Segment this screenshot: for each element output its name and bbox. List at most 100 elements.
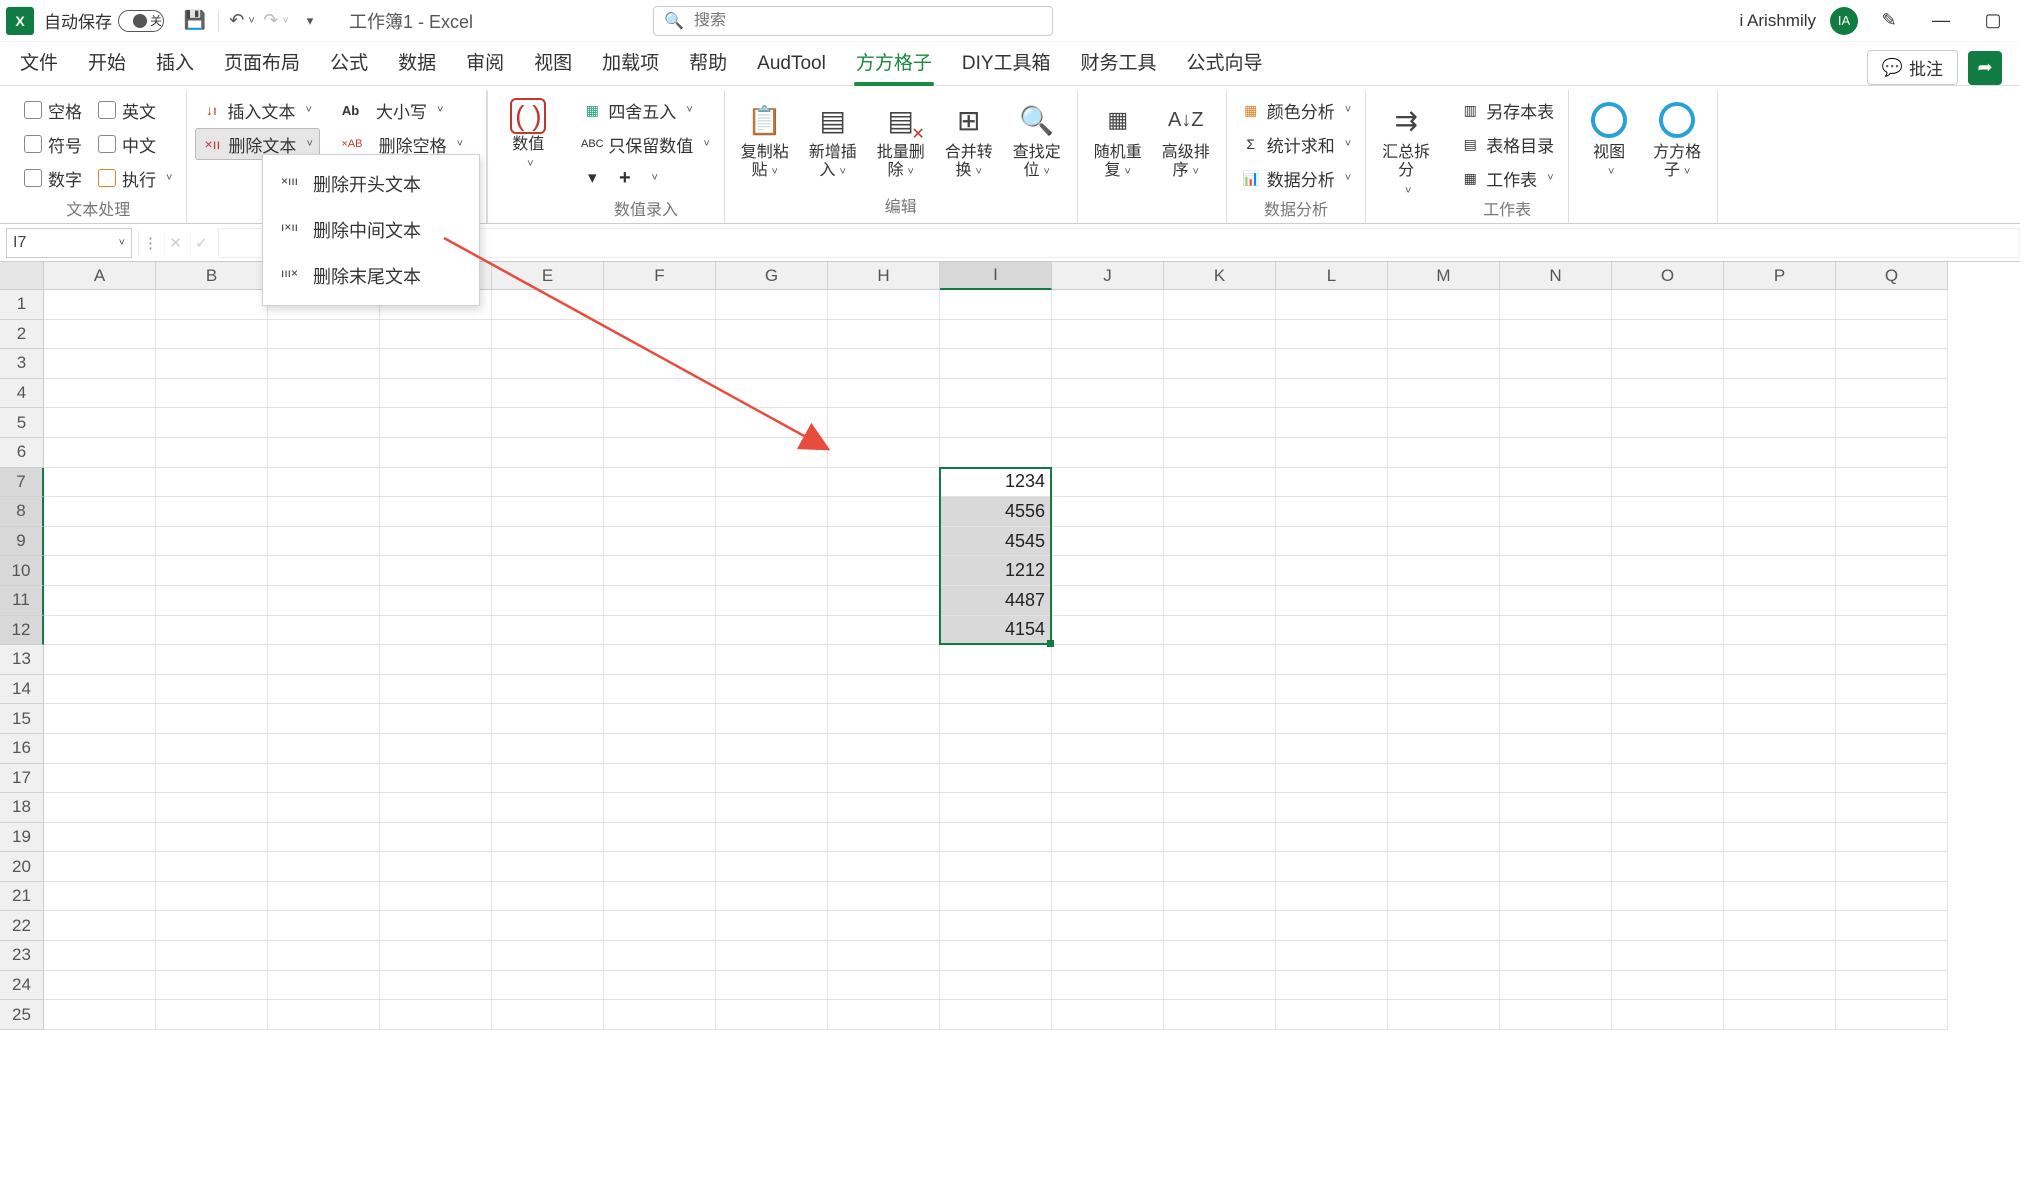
cell-K7[interactable] — [1164, 468, 1276, 498]
cell-Q16[interactable] — [1836, 734, 1948, 764]
cell-E23[interactable] — [492, 941, 604, 971]
cell-O20[interactable] — [1612, 852, 1724, 882]
cell-J20[interactable] — [1052, 852, 1164, 882]
cell-G14[interactable] — [716, 675, 828, 705]
cell-M20[interactable] — [1388, 852, 1500, 882]
cell-P16[interactable] — [1724, 734, 1836, 764]
row-header-24[interactable]: 24 — [0, 971, 44, 1001]
cell-O7[interactable] — [1612, 468, 1724, 498]
cell-O10[interactable] — [1612, 556, 1724, 586]
cell-F14[interactable] — [604, 675, 716, 705]
cell-C17[interactable] — [268, 764, 380, 794]
cell-K8[interactable] — [1164, 497, 1276, 527]
insert-text-button[interactable]: ↓ı插入文本˅ — [195, 94, 319, 126]
cell-H14[interactable] — [828, 675, 940, 705]
cell-E4[interactable] — [492, 379, 604, 409]
col-header-B[interactable]: B — [156, 262, 268, 290]
cell-C24[interactable] — [268, 971, 380, 1001]
cell-K18[interactable] — [1164, 793, 1276, 823]
row-header-12[interactable]: 12 — [0, 616, 44, 646]
save-sheet-button[interactable]: ▥另存本表 — [1454, 94, 1560, 126]
numeric-button[interactable]: ( ) 数值˅ — [496, 94, 560, 177]
cell-F11[interactable] — [604, 586, 716, 616]
row-header-13[interactable]: 13 — [0, 645, 44, 675]
cell-H22[interactable] — [828, 911, 940, 941]
cell-E22[interactable] — [492, 911, 604, 941]
cell-E3[interactable] — [492, 349, 604, 379]
cell-N19[interactable] — [1500, 823, 1612, 853]
cell-Q5[interactable] — [1836, 408, 1948, 438]
cell-N22[interactable] — [1500, 911, 1612, 941]
cell-A12[interactable] — [44, 616, 156, 646]
cell-K2[interactable] — [1164, 320, 1276, 350]
cell-Q25[interactable] — [1836, 1000, 1948, 1030]
cell-B7[interactable] — [156, 468, 268, 498]
cell-H25[interactable] — [828, 1000, 940, 1030]
cell-I1[interactable] — [940, 290, 1052, 320]
row-header-19[interactable]: 19 — [0, 823, 44, 853]
cell-N7[interactable] — [1500, 468, 1612, 498]
tab-formulas[interactable]: 公式 — [328, 42, 370, 85]
cell-F5[interactable] — [604, 408, 716, 438]
cell-I8[interactable]: 4556 — [940, 497, 1052, 527]
cell-D11[interactable] — [380, 586, 492, 616]
cell-O25[interactable] — [1612, 1000, 1724, 1030]
cell-C2[interactable] — [268, 320, 380, 350]
cell-H20[interactable] — [828, 852, 940, 882]
cell-N2[interactable] — [1500, 320, 1612, 350]
cell-A10[interactable] — [44, 556, 156, 586]
cell-L12[interactable] — [1276, 616, 1388, 646]
cell-F23[interactable] — [604, 941, 716, 971]
cell-B18[interactable] — [156, 793, 268, 823]
cell-L13[interactable] — [1276, 645, 1388, 675]
cell-Q19[interactable] — [1836, 823, 1948, 853]
cell-E18[interactable] — [492, 793, 604, 823]
cell-P14[interactable] — [1724, 675, 1836, 705]
cell-K10[interactable] — [1164, 556, 1276, 586]
cell-G20[interactable] — [716, 852, 828, 882]
cell-F15[interactable] — [604, 704, 716, 734]
cell-P4[interactable] — [1724, 379, 1836, 409]
cell-F9[interactable] — [604, 527, 716, 557]
cell-K9[interactable] — [1164, 527, 1276, 557]
cell-C13[interactable] — [268, 645, 380, 675]
chk-chinese[interactable]: 中文 — [92, 128, 178, 160]
cell-G24[interactable] — [716, 971, 828, 1001]
cell-F4[interactable] — [604, 379, 716, 409]
cell-C5[interactable] — [268, 408, 380, 438]
cell-N14[interactable] — [1500, 675, 1612, 705]
col-header-K[interactable]: K — [1164, 262, 1276, 290]
cell-L5[interactable] — [1276, 408, 1388, 438]
cell-L1[interactable] — [1276, 290, 1388, 320]
cell-H3[interactable] — [828, 349, 940, 379]
cell-G10[interactable] — [716, 556, 828, 586]
cell-Q4[interactable] — [1836, 379, 1948, 409]
cell-Q15[interactable] — [1836, 704, 1948, 734]
cell-F24[interactable] — [604, 971, 716, 1001]
cell-K15[interactable] — [1164, 704, 1276, 734]
cell-E19[interactable] — [492, 823, 604, 853]
cell-D12[interactable] — [380, 616, 492, 646]
cell-A8[interactable] — [44, 497, 156, 527]
cell-E2[interactable] — [492, 320, 604, 350]
dd-delete-head[interactable]: ×ııı删除开头文本 — [263, 161, 479, 207]
cell-J5[interactable] — [1052, 408, 1164, 438]
tab-diytoolbox[interactable]: DIY工具箱 — [960, 42, 1053, 85]
chk-execute[interactable]: 执行˅ — [92, 162, 178, 194]
row-header-21[interactable]: 21 — [0, 882, 44, 912]
cell-D7[interactable] — [380, 468, 492, 498]
cell-M8[interactable] — [1388, 497, 1500, 527]
cell-J1[interactable] — [1052, 290, 1164, 320]
cell-J3[interactable] — [1052, 349, 1164, 379]
tab-addins[interactable]: 加载项 — [600, 42, 661, 85]
cell-K24[interactable] — [1164, 971, 1276, 1001]
cell-L6[interactable] — [1276, 438, 1388, 468]
cell-E14[interactable] — [492, 675, 604, 705]
cell-Q6[interactable] — [1836, 438, 1948, 468]
cell-D8[interactable] — [380, 497, 492, 527]
cell-O19[interactable] — [1612, 823, 1724, 853]
cell-P25[interactable] — [1724, 1000, 1836, 1030]
cell-P2[interactable] — [1724, 320, 1836, 350]
tab-finance[interactable]: 财务工具 — [1079, 42, 1159, 85]
cell-L25[interactable] — [1276, 1000, 1388, 1030]
